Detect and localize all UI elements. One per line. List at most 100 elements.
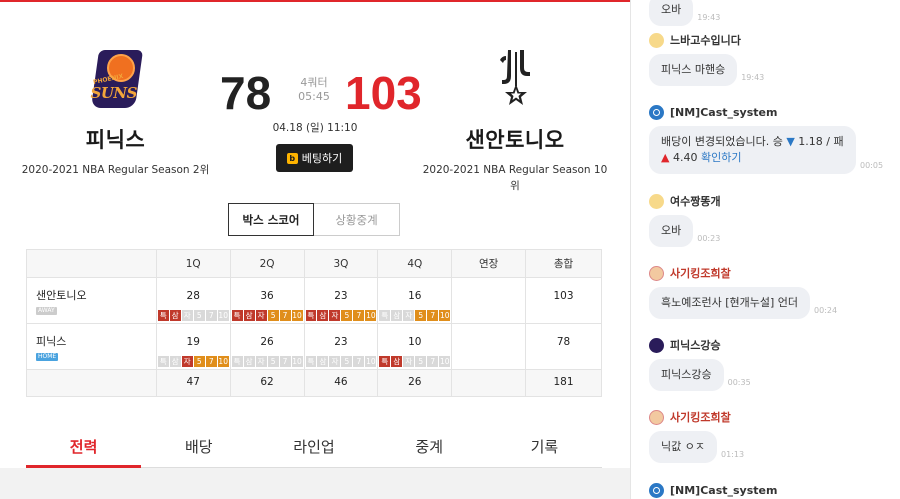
total-cell: 62: [229, 369, 305, 397]
game-datetime: 04.18 (일) 11:10: [272, 122, 358, 134]
header-cell: 4Q: [377, 249, 453, 278]
avatar: [649, 104, 664, 120]
chat-message: 느바고수입니다 피닉스 마핸승 19:43: [649, 32, 764, 86]
chat-time: 19:43: [697, 13, 721, 22]
home-away-badge: AWAY: [36, 307, 57, 315]
bet-flag: 7: [279, 310, 291, 321]
confirm-link[interactable]: 확인하기: [701, 151, 741, 164]
bet-flag: 특: [231, 356, 243, 367]
bet-flag: 10: [439, 356, 451, 367]
total-cell: 26: [377, 369, 453, 397]
team-cell: 피닉스 HOME: [26, 323, 157, 370]
chat-user[interactable]: 피닉스강승: [649, 337, 751, 353]
chat-user[interactable]: 사기킹조희찰: [649, 265, 837, 281]
bet-flags: 특 삼 자 5 7 10: [379, 356, 451, 367]
bet-flag: 7: [205, 356, 217, 367]
chat-user[interactable]: [NM]Cast_system: [649, 482, 777, 498]
bet-flag: 특: [305, 356, 317, 367]
quarter-score: 28: [186, 290, 200, 302]
bet-flag: 자: [329, 310, 341, 321]
bet-flag: 삼: [317, 356, 329, 367]
bet-flag: 특: [231, 310, 243, 321]
bet-flag: 자: [329, 356, 341, 367]
score-cell: 10 특 삼 자 5 7 10: [377, 323, 453, 370]
chat-user[interactable]: 느바고수입니다: [649, 32, 764, 48]
chat-time: 00:24: [814, 306, 838, 315]
score-cell: [451, 323, 527, 370]
chat-user[interactable]: [NM]Cast_system: [649, 104, 883, 120]
bet-flag: 자: [255, 356, 267, 367]
bet-flag: 5: [415, 310, 427, 321]
tab-box-score[interactable]: 박스 스코어: [228, 203, 314, 236]
bet-flags: 특 삼 자 5 7 10: [231, 356, 303, 367]
away-team[interactable]: 샌안토니오 2020-2021 NBA Regular Season 10위: [420, 46, 610, 194]
bet-flag: 5: [341, 310, 353, 321]
bet-flag: 7: [353, 356, 365, 367]
chat-message: 사기킹조희찰 흑노예조런사 [현개누설] 언더 00:24: [649, 265, 837, 319]
bet-button[interactable]: b 베팅하기: [276, 144, 353, 172]
bet-flags: 특 삼 자 5 7 10: [157, 356, 229, 367]
quarter-label: 4쿼터: [300, 76, 328, 89]
chat-time: 01:13: [720, 450, 745, 459]
home-away-badge: HOME: [36, 353, 59, 361]
header-cell: 총합: [525, 249, 602, 278]
bet-flags: 특 삼 자 5 7 10: [231, 310, 303, 321]
bet-flag: 5: [415, 356, 427, 367]
bet-flag: 자: [403, 356, 415, 367]
quarter-score: 16: [408, 290, 422, 302]
chat-message: [NM]Cast_system: [649, 482, 777, 498]
table-row: 샌안토니오 AWAY 28 특 삼 자 5 7 10 36 특 삼 자 5 7 10 23 특 삼 자 5 7 10 16 특 삼…: [26, 277, 602, 324]
bet-flag: 5: [267, 310, 279, 321]
quarter-score: 10: [408, 336, 422, 348]
bet-flag: 특: [379, 356, 391, 367]
bet-flag: 삼: [169, 356, 181, 367]
bet-flag: 특: [379, 310, 391, 321]
bet-flag: 삼: [243, 356, 255, 367]
tab-lineup[interactable]: 라인업: [256, 425, 371, 467]
header-cell: 3Q: [303, 249, 379, 278]
chat-message: 여수짱똥개 오바 00:23: [649, 193, 721, 247]
home-team-season: 2020-2021 NBA Regular Season 2위: [21, 164, 210, 176]
chat-message: [NM]Cast_system 배당이 변경되었습니다. 승 ▼ 1.18 / …: [649, 104, 883, 174]
avatar: [649, 193, 664, 209]
tab-broadcast[interactable]: 중계: [372, 425, 487, 467]
chat-bubble: 오바: [649, 215, 694, 247]
score-cell: 16 특 삼 자 5 7 10: [377, 277, 453, 324]
arrow-down-icon: ▼: [786, 135, 795, 148]
chat-message: 피닉스강승 피닉스강승 00:35: [649, 337, 751, 391]
chat-bubble: 피닉스강승: [649, 359, 724, 391]
score-cell: 78: [525, 323, 602, 370]
home-score: 78: [220, 67, 272, 119]
box-score-table: 1Q 2Q 3Q 4Q 연장 총합 샌안토니오 AWAY 28 특 삼 자 5 7 10 36 특 삼…: [26, 249, 602, 397]
tab-live-feed[interactable]: 상황중계: [314, 203, 400, 236]
away-team-season: 2020-2021 NBA Regular Season 10위: [422, 164, 608, 192]
table-header-row: 1Q 2Q 3Q 4Q 연장 총합: [26, 249, 602, 278]
bet-flag: 삼: [317, 310, 329, 321]
chat-user[interactable]: 여수짱똥개: [649, 193, 721, 209]
chat-bubble: 흑노예조런사 [현개누설] 언더: [649, 287, 811, 319]
tab-odds[interactable]: 배당: [141, 425, 256, 467]
score-cell: 23 특 삼 자 5 7 10: [303, 277, 379, 324]
bet-flag: 자: [403, 310, 415, 321]
chat-time: 19:43: [741, 73, 765, 82]
bet-flag: 10: [291, 356, 303, 367]
chat-message: 오바 19:43: [649, 0, 720, 26]
chat-user[interactable]: 사기킹조희찰: [649, 409, 744, 425]
chat-bubble: 오바: [649, 0, 694, 26]
bet-flag: 7: [279, 356, 291, 367]
chat-message: 사기킹조희찰 닉값 ㅇㅈ 01:13: [649, 409, 744, 463]
game-status: 4쿼터 05:45: [296, 76, 332, 104]
avatar: [649, 32, 664, 48]
bottom-tabs: 전력 배당 라인업 중계 기록: [26, 425, 602, 468]
total-cell: [451, 369, 527, 397]
tab-records[interactable]: 기록: [487, 425, 602, 467]
bet-flag: 5: [267, 356, 279, 367]
bet-flag: 특: [157, 310, 169, 321]
score-cell: 28 특 삼 자 5 7 10: [155, 277, 231, 324]
home-team[interactable]: PHOENIX SUNS 피닉스 2020-2021 NBA Regular S…: [18, 46, 213, 178]
chat-panel[interactable]: 오바 19:43 느바고수입니다 피닉스 마핸승 19:43 [NM]Cast_…: [630, 0, 900, 499]
tab-power[interactable]: 전력: [26, 425, 142, 468]
total-cell: 47: [155, 369, 231, 397]
score-cell: 103: [525, 277, 602, 324]
bet-flag: 5: [193, 356, 205, 367]
